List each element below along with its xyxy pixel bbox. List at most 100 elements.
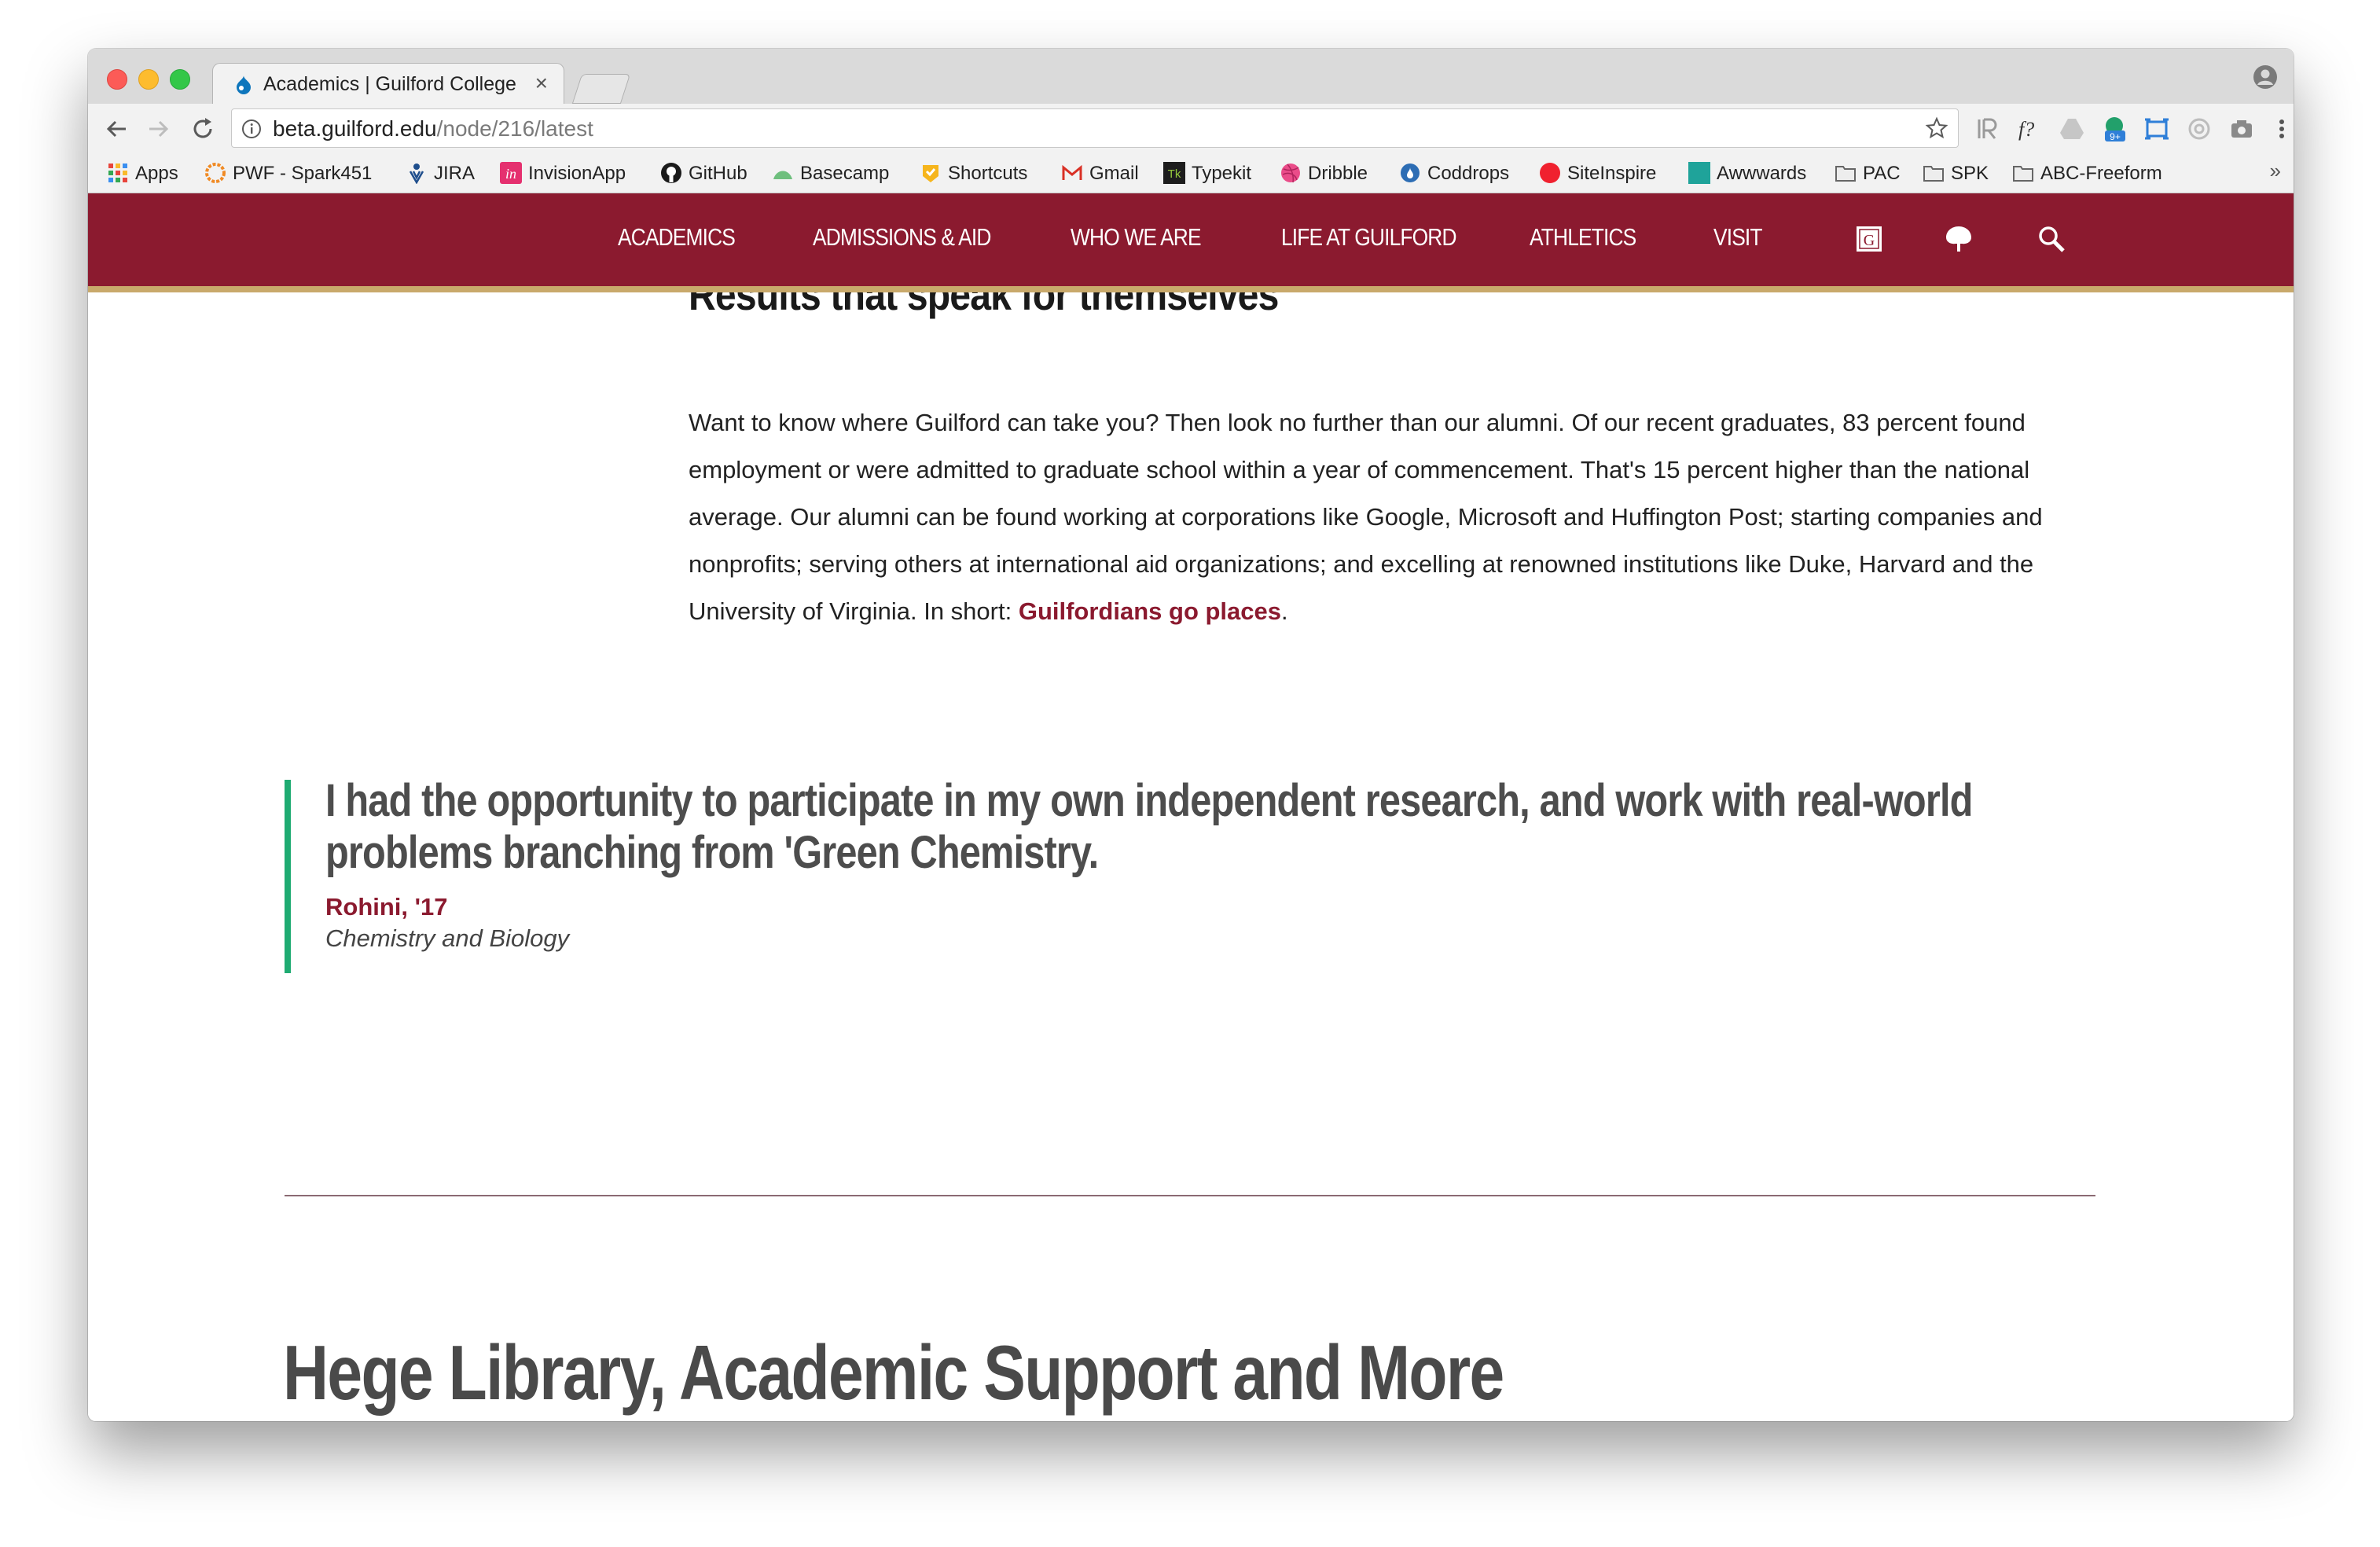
bookmark-label: Gmail [1089, 163, 1139, 184]
bookmark-label: PWF - Spark451 [233, 163, 373, 184]
bookmark-label: Apps [135, 163, 178, 184]
shortcuts-icon [923, 165, 938, 182]
spark451-icon [205, 163, 226, 183]
search-icon[interactable] [2036, 223, 2067, 255]
nav-life-at-guilford[interactable]: LIFE AT GUILFORD [1281, 223, 1456, 252]
minimize-window-button[interactable] [138, 69, 159, 90]
svg-text:in: in [505, 166, 516, 182]
menu-icon[interactable] [2270, 115, 2294, 143]
bookmark-star-icon[interactable] [1925, 116, 1948, 140]
bookmark-github[interactable]: GitHub [660, 162, 747, 186]
bookmarks-overflow-icon[interactable]: » [2270, 159, 2281, 183]
folder-icon [1835, 166, 1856, 182]
bookmark-label: GitHub [689, 163, 747, 184]
apps-grid-icon [108, 164, 127, 182]
bookmark-label: InvisionApp [528, 163, 626, 184]
readability-icon[interactable] [1973, 115, 2001, 143]
bookmark-label: Basecamp [800, 163, 890, 184]
results-body-text: Want to know where Guilford can take you… [689, 409, 2043, 625]
bookmark-label: SiteInspire [1567, 163, 1657, 184]
drupal-icon [237, 75, 251, 94]
camera-icon[interactable] [2228, 115, 2256, 143]
bookmark-folder-spk[interactable]: SPK [1923, 162, 1989, 186]
url-text: beta.guilford.edu/node/216/latest [273, 116, 593, 141]
github-icon [661, 163, 681, 183]
font-identifier-icon[interactable]: f? [2015, 115, 2044, 143]
tree-icon[interactable] [1943, 223, 1974, 255]
bookmark-basecamp[interactable]: Basecamp [772, 162, 889, 186]
address-bar[interactable]: beta.guilford.edu/node/216/latest [231, 108, 1959, 148]
gmail-icon [1062, 164, 1082, 180]
back-icon[interactable] [102, 115, 130, 143]
nav-visit[interactable]: VISIT [1713, 223, 1762, 252]
results-paragraph: Want to know where Guilford can take you… [689, 399, 2103, 635]
bookmark-pwf-spark451[interactable]: PWF - Spark451 [204, 162, 372, 186]
bookmark-folder-abc-freeform[interactable]: ABC-Freeform [2012, 162, 2162, 186]
bookmark-jira[interactable]: JIRA [406, 162, 475, 186]
url-path: /node/216/latest [436, 116, 593, 141]
jira-icon [409, 164, 424, 184]
tab-title: Academics | Guilford College [263, 73, 516, 95]
bookmark-folder-pac[interactable]: PAC [1835, 162, 1901, 186]
google-drive-icon[interactable] [2058, 115, 2086, 143]
bookmark-label: ABC-Freeform [2040, 163, 2162, 184]
bookmark-label: Awwwards [1717, 163, 1807, 184]
bookmark-gmail[interactable]: Gmail [1061, 162, 1139, 186]
bookmark-awwwards[interactable]: Awwwards [1688, 162, 1806, 186]
bookmark-coddrops[interactable]: Coddrops [1399, 162, 1509, 186]
bookmark-apps[interactable]: Apps [107, 162, 178, 186]
svg-text:Tk: Tk [1168, 167, 1181, 181]
bookmark-label: Dribble [1308, 163, 1368, 184]
bookmark-label: Coddrops [1427, 163, 1510, 184]
browser-toolbar: beta.guilford.edu/node/216/latest f? 9+ [88, 104, 2294, 154]
profile-icon[interactable] [2253, 64, 2278, 90]
siteinspire-icon [1540, 163, 1560, 183]
screenshot-icon[interactable] [2143, 115, 2171, 143]
zoom-window-button[interactable] [170, 69, 190, 90]
invision-icon: in [500, 162, 522, 184]
nav-who-we-are[interactable]: WHO WE ARE [1071, 223, 1202, 252]
tab-academics[interactable]: Academics | Guilford College × [212, 63, 564, 104]
tab-counter-badge: 9+ [2110, 131, 2121, 142]
svg-text:G: G [1864, 232, 1875, 249]
bookmark-shortcuts[interactable]: Shortcuts [920, 162, 1027, 186]
close-window-button[interactable] [107, 69, 127, 90]
guilfordians-go-places-link[interactable]: Guilfordians go places [1019, 597, 1281, 625]
forward-icon[interactable] [145, 115, 173, 143]
dribbble-icon [1281, 164, 1300, 183]
reload-icon[interactable] [189, 115, 217, 143]
bookmark-label: JIRA [434, 163, 476, 184]
bookmark-dribble[interactable]: Dribble [1280, 162, 1368, 186]
bookmark-label: PAC [1863, 163, 1901, 184]
browser-window: Academics | Guilford College × beta.guil… [88, 49, 2294, 1421]
bookmark-siteinspire[interactable]: SiteInspire [1539, 162, 1656, 186]
page-viewport: ACADEMICS ADMISSIONS & AID WHO WE ARE LI… [88, 193, 2294, 1421]
bookmark-typekit[interactable]: Tk Typekit [1163, 162, 1251, 186]
tab-close-icon[interactable]: × [535, 71, 548, 96]
quote-text: I had the opportunity to participate in … [325, 775, 1973, 878]
svg-text:f?: f? [2018, 118, 2034, 141]
bookmark-invisionapp[interactable]: in InvisionApp [500, 162, 626, 186]
quote-role: Chemistry and Biology [325, 924, 570, 952]
bookmark-label: Shortcuts [948, 163, 1028, 184]
site-info-icon[interactable] [241, 119, 262, 139]
awwwards-icon [1688, 162, 1710, 184]
ghostery-icon[interactable] [2185, 115, 2213, 143]
tab-counter-icon[interactable]: 9+ [2100, 115, 2128, 143]
site-nav: ACADEMICS ADMISSIONS & AID WHO WE ARE LI… [88, 193, 2294, 292]
url-host: beta.guilford.edu [273, 116, 437, 141]
codrops-icon [1401, 164, 1420, 182]
guilford-g-icon[interactable]: G [1853, 223, 1885, 255]
nav-athletics[interactable]: ATHLETICS [1530, 223, 1636, 252]
bookmarks-bar: Apps PWF - Spark451 JIRA in InvisionApp [88, 154, 2294, 193]
nav-admissions-aid[interactable]: ADMISSIONS & AID [813, 223, 991, 252]
new-tab-button[interactable] [571, 74, 631, 104]
basecamp-icon [773, 171, 792, 179]
testimonial-quote: I had the opportunity to participate in … [285, 775, 2092, 973]
bookmark-label: Typekit [1192, 163, 1252, 184]
bookmark-label: SPK [1951, 163, 1989, 184]
quote-author: Rohini, '17 [325, 893, 448, 920]
nav-academics[interactable]: ACADEMICS [618, 223, 736, 252]
tab-strip: Academics | Guilford College × [88, 49, 2294, 104]
support-heading: Hege Library, Academic Support and More [283, 1329, 1504, 1416]
